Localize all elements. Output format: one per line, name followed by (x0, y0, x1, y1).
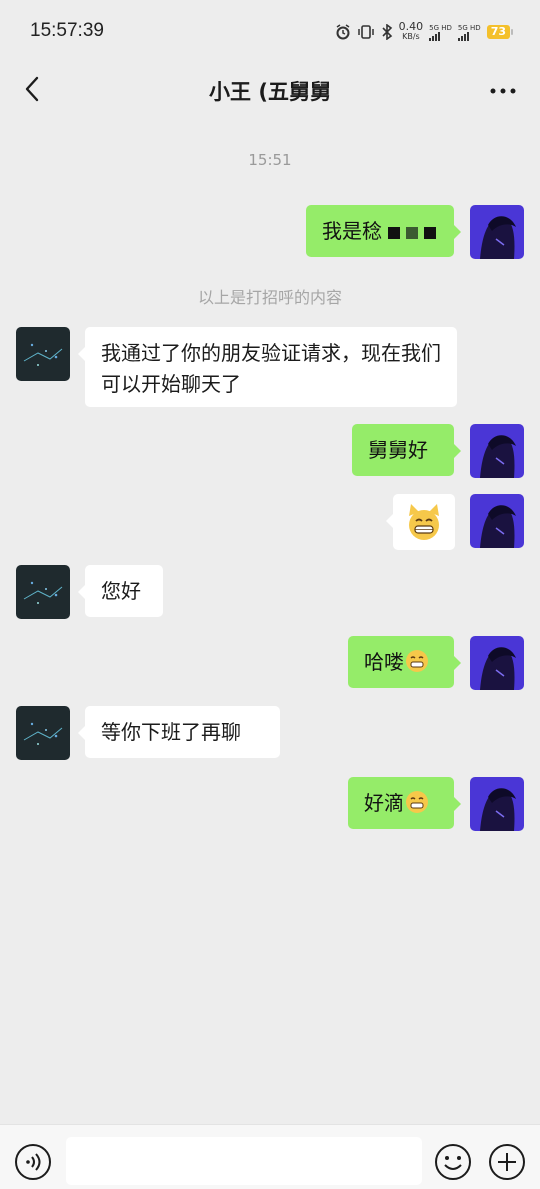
message-text: 哈喽 (364, 650, 404, 674)
message-bubble-emoji[interactable] (386, 494, 455, 550)
message-text: 等你下班了再聊 (101, 720, 241, 744)
alarm-icon (336, 24, 350, 40)
emoji-icon[interactable] (434, 1143, 472, 1181)
battery-icon: 73 (486, 25, 514, 39)
message-bubble-incoming[interactable]: 我通过了你的朋友验证请求，现在我们可以开始聊天了 (78, 327, 457, 407)
message-text: 舅舅好 (368, 438, 428, 462)
voice-icon[interactable] (14, 1143, 52, 1181)
signal-icon-2: 5G HD (457, 23, 481, 41)
avatar-self[interactable] (470, 205, 524, 259)
pixelated-mask (406, 226, 418, 239)
chat-title: 小王 (五舅舅 (209, 80, 331, 104)
vibrate-icon (357, 25, 374, 39)
avatar-contact[interactable] (16, 706, 70, 760)
message-timestamp: 15:51 (248, 151, 292, 169)
message-input[interactable] (66, 1137, 422, 1185)
message-bubble-outgoing[interactable]: 舅舅好 (352, 424, 461, 476)
net-speed-unit: KB/s (402, 32, 420, 41)
net-speed-value: 0.40 (398, 20, 424, 33)
grin-emoji (406, 791, 428, 813)
avatar-self[interactable] (470, 636, 524, 690)
message-text: 我通过了你的朋友验证请求，现在我们可以开始聊天了 (101, 341, 441, 396)
message-text: 我是稔 (322, 219, 382, 243)
status-icons: 0.40 KB/s 5G HD 5G HD 73 (335, 20, 514, 42)
avatar-self[interactable] (470, 424, 524, 478)
pixelated-mask (424, 226, 436, 239)
chat-header: 小王 (五舅舅 (0, 62, 540, 120)
signal2-label: 5G HD (457, 23, 481, 32)
status-bar: 15:57:39 0.40 KB/s 5G HD 5G HD 73 (0, 0, 540, 62)
more-dots-icon[interactable] (488, 76, 518, 106)
message-bubble-outgoing[interactable]: 好滴 (348, 777, 461, 829)
message-bubble-incoming[interactable]: 等你下班了再聊 (78, 706, 280, 758)
avatar-self[interactable] (470, 777, 524, 831)
message-bubble-outgoing[interactable]: 我是稔 (306, 205, 461, 257)
grin-emoji (406, 650, 428, 672)
avatar-contact[interactable] (16, 327, 70, 381)
message-text: 您好 (101, 579, 141, 603)
avatar-contact[interactable] (16, 565, 70, 619)
signal-icon: 5G HD (429, 24, 452, 41)
message-list[interactable]: 15:51 我是稔 以上是打招呼的内容 我通过了你的朋友验证请求，现在我们可以开… (0, 120, 540, 1124)
net-speed: 0.40 KB/s (398, 20, 424, 42)
input-bar (0, 1124, 540, 1189)
greeting-notice: 以上是打招呼的内容 (197, 288, 342, 307)
plus-icon[interactable] (488, 1143, 526, 1181)
pixelated-mask (388, 226, 400, 239)
message-text: 好滴 (364, 791, 404, 815)
signal1-label: 5G HD (429, 23, 452, 32)
status-time: 15:57:39 (30, 20, 104, 41)
avatar-self[interactable] (470, 494, 524, 548)
bluetooth-icon (382, 24, 392, 40)
cat-grin-emoji (409, 504, 439, 540)
message-bubble-outgoing[interactable]: 哈喽 (348, 636, 461, 688)
message-bubble-incoming[interactable]: 您好 (78, 565, 163, 617)
